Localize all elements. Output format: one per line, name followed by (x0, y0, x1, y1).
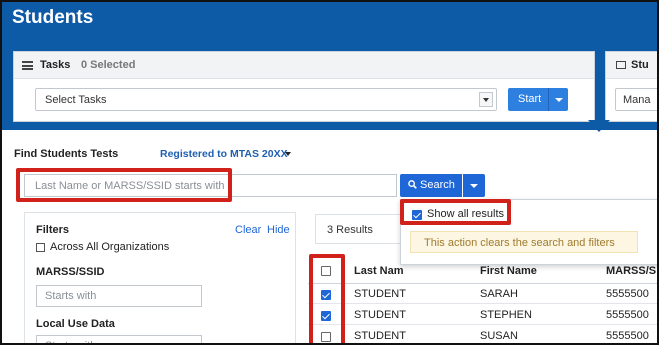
header-pointer (588, 120, 610, 132)
table-row[interactable]: STUDENT SUSAN 5555500 (308, 326, 657, 343)
results-count: 3 Results (327, 224, 373, 236)
search-icon (408, 180, 417, 189)
start-button-label: Start (518, 93, 542, 105)
start-dropdown-toggle[interactable] (548, 88, 568, 111)
manage-dropdown-value: Mana (623, 94, 651, 106)
cell-first-name: SUSAN (480, 330, 518, 342)
registered-filter-dropdown[interactable]: Registered to MTAS 20XX (160, 148, 288, 160)
row-checkbox[interactable] (321, 290, 331, 300)
search-button[interactable]: Search (400, 174, 462, 197)
page-title: Students (12, 7, 94, 28)
chevron-down-icon (479, 92, 493, 107)
column-header-last-name[interactable]: Last Nam (354, 265, 404, 277)
cell-last-name: STUDENT (354, 309, 406, 321)
cell-first-name: STEPHEN (480, 309, 532, 321)
search-button-label: Search (420, 179, 455, 191)
across-all-organizations-checkbox[interactable] (36, 243, 45, 252)
cell-last-name: STUDENT (354, 330, 406, 342)
results-table: Last Nam First Name MARSS/S STUDENT SARA… (308, 258, 657, 343)
window-icon (616, 61, 626, 69)
marss-ssid-label: MARSS/SSID (36, 266, 105, 278)
clear-filters-link[interactable]: Clear (235, 224, 261, 236)
cell-first-name: SARAH (480, 288, 518, 300)
cell-marss: 5555500 (606, 309, 649, 321)
search-input[interactable] (24, 174, 397, 197)
tasks-card-header: Tasks 0 Selected (14, 52, 594, 79)
find-students-tests-label: Find Students Tests (14, 148, 119, 160)
select-tasks-value: Select Tasks (45, 94, 107, 106)
cell-marss: 5555500 (606, 330, 649, 342)
cell-marss: 5555500 (606, 288, 649, 300)
table-row[interactable]: STUDENT SARAH 5555500 (308, 284, 657, 304)
start-button[interactable]: Start (508, 88, 548, 111)
students-card: Stu Mana (605, 51, 657, 122)
row-checkbox[interactable] (321, 332, 331, 342)
cell-last-name: STUDENT (354, 288, 406, 300)
search-options-toggle[interactable] (463, 174, 485, 197)
hide-filters-link[interactable]: Hide (267, 224, 290, 236)
table-row[interactable]: STUDENT STEPHEN 5555500 (308, 305, 657, 325)
show-all-results-label[interactable]: Show all results (427, 208, 504, 220)
app-frame: Students Tasks 0 Selected Select Tasks S… (0, 0, 659, 345)
warning-notice: This action clears the search and filter… (410, 231, 638, 253)
search-options-popover: Show all results This action clears the … (400, 199, 657, 265)
select-tasks-dropdown[interactable]: Select Tasks (35, 88, 497, 111)
local-use-data-label: Local Use Data (36, 318, 115, 330)
tasks-card: Tasks 0 Selected Select Tasks Start (13, 51, 595, 122)
across-all-organizations-label: Across All Organizations (50, 241, 170, 253)
results-count-tab: 3 Results (315, 214, 401, 244)
column-header-first-name[interactable]: First Name (480, 265, 537, 277)
tasks-selected-count: 0 Selected (81, 59, 136, 71)
tasks-list-icon (22, 61, 33, 70)
filters-panel: Filters Clear Hide Across All Organizati… (24, 212, 296, 343)
warning-notice-text: This action clears the search and filter… (424, 237, 615, 249)
manage-dropdown[interactable]: Mana (615, 88, 657, 111)
row-checkbox[interactable] (321, 311, 331, 321)
marss-ssid-input[interactable] (36, 285, 202, 307)
column-header-marss[interactable]: MARSS/S (606, 265, 656, 277)
tasks-label: Tasks (40, 59, 71, 71)
show-all-results-checkbox[interactable] (412, 210, 422, 220)
select-all-checkbox[interactable] (321, 266, 331, 276)
students-card-label: Stu (631, 59, 649, 71)
caret-down-icon (285, 152, 291, 156)
local-use-data-input[interactable] (36, 335, 202, 343)
page-header: Students Tasks 0 Selected Select Tasks S… (2, 2, 657, 130)
students-card-header: Stu (606, 52, 657, 79)
filters-title: Filters (36, 224, 70, 236)
